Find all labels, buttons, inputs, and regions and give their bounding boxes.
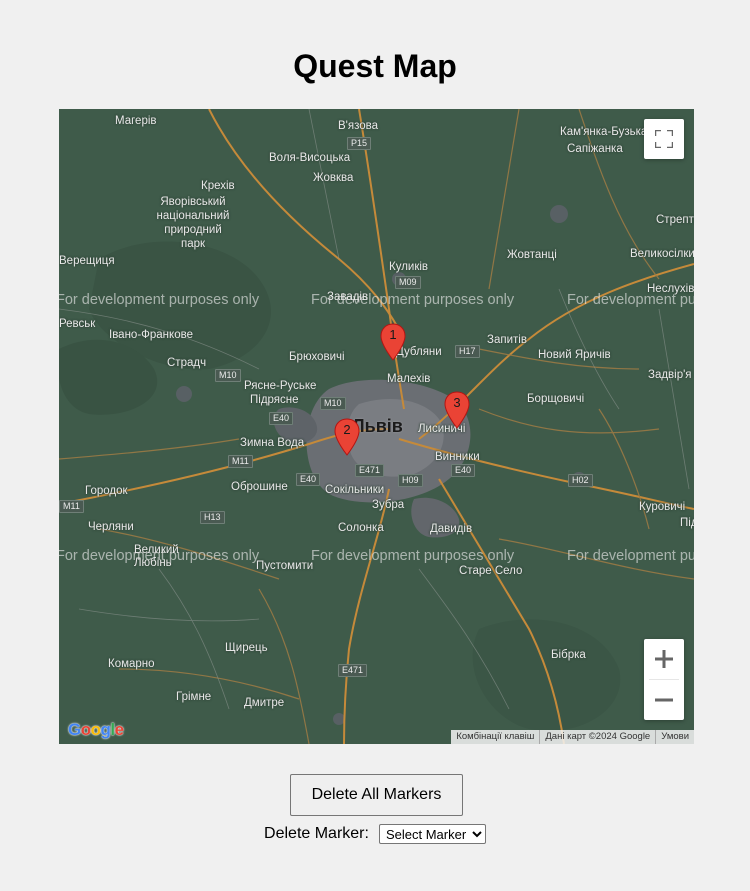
road-badge: H17: [455, 345, 480, 358]
plus-icon: [655, 650, 673, 668]
place-label: Підберізці: [680, 517, 694, 529]
fullscreen-icon: [655, 130, 673, 148]
place-label: Крехів: [201, 180, 235, 192]
place-label: Жовтанці: [507, 249, 557, 261]
place-label: Давидів: [430, 523, 473, 535]
place-label: Малехів: [387, 373, 431, 385]
zoom-out-button[interactable]: [644, 680, 684, 720]
place-label: Солонка: [338, 522, 384, 534]
keyboard-shortcuts-link[interactable]: Комбінації клавіш: [451, 730, 539, 744]
place-label: природний: [164, 224, 222, 236]
place-label: Рясне-Руське: [244, 380, 317, 392]
place-label: Борщовичі: [527, 393, 585, 405]
road-badge: M09: [395, 276, 421, 289]
marker-label: 2: [343, 422, 351, 437]
map-marker[interactable]: 1: [380, 323, 406, 361]
dev-watermark: For development purposes only: [567, 292, 694, 308]
place-label: Великосілки: [630, 248, 694, 260]
place-label: Яворівський: [160, 196, 226, 208]
place-label: парк: [180, 238, 206, 250]
road-badge: E40: [451, 464, 476, 477]
road-badge: M10: [320, 397, 346, 410]
road-badge: E40: [296, 473, 321, 486]
place-label: В'язова: [338, 120, 379, 132]
place-label: Дмитре: [244, 697, 285, 709]
place-label: Зимна Вода: [240, 437, 305, 449]
map-container[interactable]: Магерів В'язова Кам'янка-Бузька Сапіжанк…: [59, 109, 694, 744]
place-label: Кам'янка-Бузька: [560, 126, 648, 138]
google-logo[interactable]: Google: [68, 720, 124, 740]
road-badge: E471: [338, 664, 368, 677]
zoom-in-button[interactable]: [644, 639, 684, 679]
marker-select[interactable]: Select Marker: [378, 824, 486, 844]
page-title: Quest Map: [293, 48, 457, 84]
delete-marker-row: Delete Marker: Select Marker: [0, 824, 750, 844]
dev-watermark: For development purposes only: [59, 292, 260, 308]
dev-watermark: For development purposes only: [311, 292, 515, 308]
road-badge: H13: [200, 511, 225, 524]
delete-marker-label: Delete Marker:: [264, 825, 369, 842]
place-label: Магерів: [115, 115, 157, 127]
road-badge: H09: [398, 474, 423, 487]
minus-icon: [655, 698, 673, 702]
road-badge: M11: [59, 500, 84, 513]
place-label: Верещиця: [59, 255, 115, 267]
place-label: Жовква: [313, 172, 354, 184]
delete-all-markers-button[interactable]: Delete All Markers: [290, 774, 463, 816]
marker-label: 3: [453, 395, 461, 410]
road-badge: M11: [228, 455, 253, 468]
place-label: Куровичі: [639, 501, 686, 513]
place-label: Воля-Висоцька: [269, 152, 351, 164]
place-label: Винники: [435, 451, 480, 463]
road-badge: P15: [347, 137, 372, 150]
place-label: Куликів: [389, 261, 429, 273]
place-label: Брюховичі: [289, 351, 345, 363]
place-label: Сапіжанка: [567, 143, 623, 155]
place-label: Запитів: [487, 334, 527, 346]
map-attribution: Комбінації клавіш Дані карт ©2024 Google…: [451, 730, 694, 744]
map-data-credit: Дані карт ©2024 Google: [539, 730, 655, 744]
place-label: Підрясне: [250, 394, 299, 406]
map-marker[interactable]: 3: [444, 391, 470, 429]
place-label: Ревськ: [59, 318, 96, 330]
road-badge: E40: [269, 412, 294, 425]
place-label: Сокільники: [325, 484, 385, 496]
place-label: Задвір'я: [648, 369, 692, 381]
place-label: Страдч: [167, 357, 207, 369]
place-label: національний: [156, 210, 230, 222]
road-badge: M10: [215, 369, 241, 382]
place-label: Старе Село: [459, 565, 523, 577]
zoom-control: [644, 639, 684, 720]
dev-watermark: For development purposes only: [567, 548, 694, 564]
place-label: Новий Яричів: [538, 349, 611, 361]
place-label: Пустомити: [256, 560, 314, 572]
place-label: Городок: [85, 485, 128, 497]
place-label: Оброшине: [231, 481, 288, 493]
map-marker[interactable]: 2: [334, 418, 360, 456]
place-label: Зубра: [372, 499, 405, 511]
place-label: Стрептів: [656, 214, 694, 226]
place-label: Комарно: [108, 658, 155, 670]
place-label: Черляни: [88, 521, 134, 533]
place-label: Щирець: [225, 642, 268, 654]
place-label: Бібрка: [551, 649, 586, 661]
road-badge: E471: [355, 464, 385, 477]
road-badge: H02: [568, 474, 593, 487]
fullscreen-button[interactable]: [644, 119, 684, 159]
dev-watermark: For development purposes only: [311, 548, 515, 564]
place-label: Грімне: [176, 691, 212, 703]
dev-watermark: For development purposes only: [59, 548, 260, 564]
marker-label: 1: [389, 327, 397, 342]
terms-link[interactable]: Умови: [655, 730, 694, 744]
place-label: Івано-Франкове: [109, 329, 193, 341]
